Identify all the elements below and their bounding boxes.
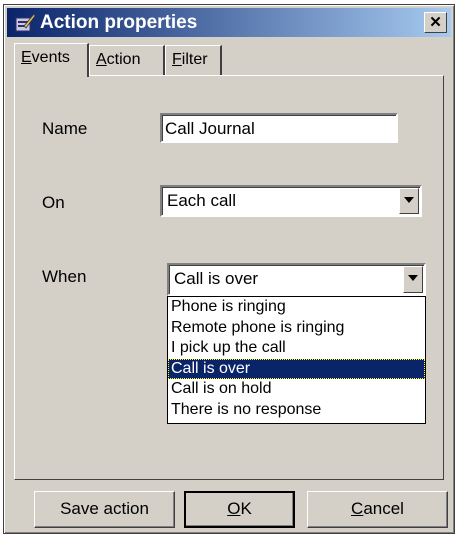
cancel-mnemonic: C: [351, 499, 364, 518]
option-call-over[interactable]: Call is over: [168, 358, 425, 379]
tab-action[interactable]: Action: [89, 45, 165, 75]
when-dropdown-button[interactable]: [403, 266, 423, 293]
ok-mnemonic: O: [227, 499, 241, 518]
tab-events-mnemonic: E: [21, 49, 32, 66]
option-no-response[interactable]: There is no response: [168, 400, 425, 421]
save-action-button[interactable]: Save action: [34, 491, 175, 528]
ok-label: K: [240, 499, 252, 518]
tab-action-label: ction: [106, 51, 141, 68]
on-select-value: Each call: [167, 191, 236, 210]
tab-filter[interactable]: Filter: [165, 45, 222, 75]
close-button[interactable]: ✕: [424, 12, 447, 33]
on-dropdown-button[interactable]: [399, 188, 419, 214]
tab-action-mnemonic: A: [96, 51, 107, 68]
tab-filter-mnemonic: F: [172, 51, 182, 68]
cancel-button[interactable]: Cancel: [307, 491, 448, 528]
when-options-list[interactable]: Phone is ringing Remote phone is ringing…: [167, 296, 426, 424]
close-icon: ✕: [429, 14, 442, 31]
cancel-label: ancel: [363, 499, 404, 518]
tab-events[interactable]: Events: [14, 43, 89, 77]
title-bar[interactable]: Action properties ✕: [7, 8, 451, 37]
option-pick-up-call[interactable]: I pick up the call: [168, 338, 425, 359]
when-select[interactable]: Call is over: [167, 263, 426, 296]
window-title: Action properties: [40, 12, 198, 33]
action-properties-dialog: Action properties ✕ Events Action Filter…: [3, 4, 455, 534]
on-select[interactable]: Each call: [160, 185, 422, 217]
ok-button[interactable]: OK: [184, 491, 295, 528]
on-label: On: [42, 193, 65, 212]
name-field-value: Call Journal: [165, 119, 255, 138]
option-remote-phone-ringing[interactable]: Remote phone is ringing: [168, 318, 425, 339]
name-label: Name: [42, 119, 88, 138]
name-field[interactable]: Call Journal: [160, 113, 398, 143]
option-call-on-hold[interactable]: Call is on hold: [168, 379, 425, 400]
save-action-label: Save action: [60, 499, 149, 518]
chevron-down-icon: [404, 197, 414, 203]
when-select-value: Call is over: [174, 269, 259, 288]
option-phone-ringing[interactable]: Phone is ringing: [168, 297, 425, 318]
tab-filter-label: ilter: [181, 51, 208, 68]
app-icon: [14, 12, 36, 34]
tab-events-label: vents: [31, 49, 70, 66]
chevron-down-icon: [408, 275, 418, 281]
when-label: When: [42, 267, 87, 286]
